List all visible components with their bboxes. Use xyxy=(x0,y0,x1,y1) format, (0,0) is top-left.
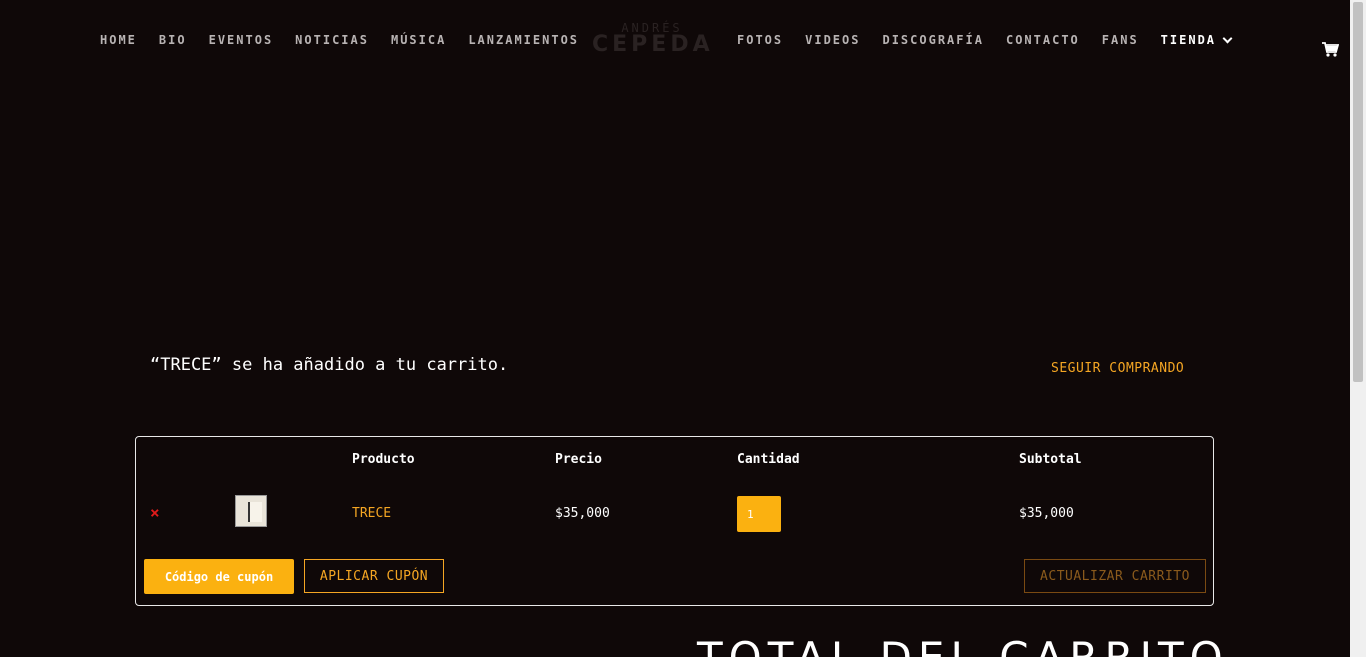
product-thumbnail[interactable] xyxy=(235,495,267,527)
page-scrollbar[interactable] xyxy=(1350,0,1366,657)
nav-eventos[interactable]: EVENTOS xyxy=(209,33,274,47)
nav-bio[interactable]: BIO xyxy=(159,33,187,47)
product-price: $35,000 xyxy=(555,506,610,521)
site-header: HOME BIO EVENTOS NOTICIAS MÚSICA LANZAMI… xyxy=(0,0,1350,80)
cart-totals-title: TOTAL DEL CARRITO xyxy=(697,637,1229,657)
cart-table: Producto Precio Cantidad Subtotal × TREC… xyxy=(135,436,1214,606)
main-nav-left: HOME BIO EVENTOS NOTICIAS MÚSICA LANZAMI… xyxy=(100,33,579,47)
cart-added-notice: “TRECE” se ha añadido a tu carrito. xyxy=(150,355,509,375)
product-name-link[interactable]: TRECE xyxy=(352,506,391,521)
quantity-input[interactable] xyxy=(737,496,781,532)
logo-main-text: CEPEDA xyxy=(592,32,714,57)
header-product: Producto xyxy=(352,452,415,467)
close-icon[interactable]: × xyxy=(150,503,160,522)
nav-fans[interactable]: FANS xyxy=(1102,33,1139,47)
continue-shopping-link[interactable]: SEGUIR COMPRANDO xyxy=(1051,361,1184,376)
chevron-down-icon xyxy=(1222,33,1233,43)
nav-lanzamientos[interactable]: LANZAMIENTOS xyxy=(468,33,579,47)
nav-contacto[interactable]: CONTACTO xyxy=(1006,33,1080,47)
shopping-cart-icon[interactable] xyxy=(1322,42,1339,57)
nav-home[interactable]: HOME xyxy=(100,33,137,47)
site-logo[interactable]: ANDRÉS CEPEDA xyxy=(592,22,712,56)
nav-tienda-label: TIENDA xyxy=(1160,33,1217,47)
nav-musica[interactable]: MÚSICA xyxy=(391,33,446,47)
coupon-code-input[interactable] xyxy=(144,559,294,594)
apply-coupon-button[interactable]: APLICAR CUPÓN xyxy=(304,559,444,593)
page: HOME BIO EVENTOS NOTICIAS MÚSICA LANZAMI… xyxy=(0,0,1366,657)
nav-tienda[interactable]: TIENDA xyxy=(1160,33,1233,47)
main-nav-right: FOTOS VIDEOS DISCOGRAFÍA CONTACTO FANS T… xyxy=(737,33,1253,47)
nav-videos[interactable]: VIDEOS xyxy=(805,33,860,47)
nav-discografia[interactable]: DISCOGRAFÍA xyxy=(882,33,983,47)
product-subtotal: $35,000 xyxy=(1019,506,1074,521)
header-subtotal: Subtotal xyxy=(1019,452,1082,467)
header-quantity: Cantidad xyxy=(737,452,800,467)
album-cover-image xyxy=(248,502,262,522)
update-cart-button[interactable]: ACTUALIZAR CARRITO xyxy=(1024,559,1206,593)
header-price: Precio xyxy=(555,452,602,467)
scrollbar-thumb[interactable] xyxy=(1353,2,1363,382)
nav-noticias[interactable]: NOTICIAS xyxy=(295,33,369,47)
nav-fotos[interactable]: FOTOS xyxy=(737,33,783,47)
